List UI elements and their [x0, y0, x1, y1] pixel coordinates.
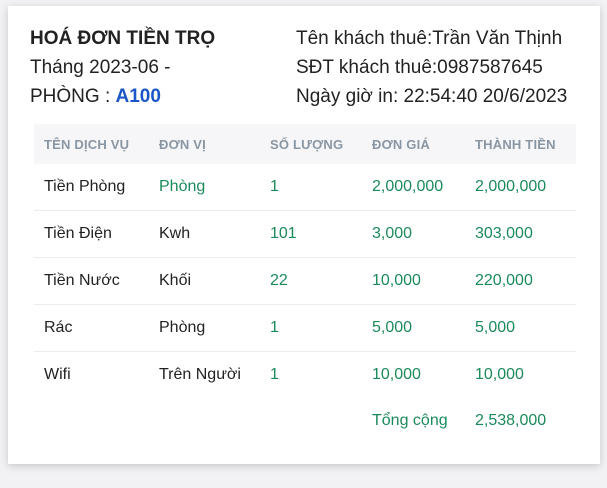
quantity-cell: 1 [260, 164, 362, 211]
total-value: 2,538,000 [475, 412, 547, 429]
col-unit-price: ĐƠN GIÁ [372, 136, 430, 152]
unit-price-cell: 2,000,000 [362, 164, 465, 211]
total-row: Tổng cộng 2,538,000 [34, 398, 576, 444]
service-name-cell: Tiền Điện [34, 210, 149, 258]
unit-price-cell: 10,000 [372, 366, 421, 383]
col-service-name: TÊN DỊCH VỤ [44, 136, 130, 152]
amount-cell: 5,000 [465, 304, 576, 352]
quantity-cell: 1 [260, 304, 362, 352]
room-value: A100 [115, 86, 161, 107]
unit-cell: Kwh [149, 210, 260, 258]
amount-cell: 10,000 [475, 366, 524, 383]
table-row: Rác Phòng 1 5,000 5,000 [34, 304, 576, 352]
unit-price-cell: 10,000 [362, 257, 465, 305]
service-name-cell: Tiền Phòng [34, 164, 149, 211]
room-label: PHÒNG : [30, 86, 116, 107]
service-name-cell: Rác [34, 304, 149, 352]
invoice-header-right: Tên khách thuê:Trần Văn Thịnh SĐT khách … [296, 24, 567, 111]
quantity-cell: 22 [260, 257, 362, 305]
invoice-title: HOÁ ĐƠN TIỀN TRỌ [30, 28, 216, 49]
unit-cell: Phòng [149, 164, 260, 211]
print-time: Ngày giờ in: 22:54:40 20/6/2023 [296, 86, 568, 107]
unit-price-cell: 3,000 [362, 210, 465, 258]
col-quantity: SỐ LƯỢNG [270, 136, 344, 152]
quantity-cell: 101 [260, 210, 362, 258]
table-row: Wifi Trên Người 1 10,000 10,000 [34, 352, 576, 399]
service-name-cell: Wifi [44, 366, 71, 383]
services-table: TÊN DỊCH VỤ ĐƠN VỊ SỐ LƯỢNG ĐƠN GIÁ THÀN… [34, 124, 576, 444]
table-body: Tiền Phòng Phòng 1 2,000,000 2,000,000 Tiền Đ… [34, 164, 576, 398]
unit-cell: Trên Người [159, 366, 241, 383]
quantity-cell: 1 [270, 366, 279, 383]
unit-cell: Khối [149, 257, 260, 305]
service-name-cell: Tiền Nước [34, 257, 149, 305]
amount-cell: 2,000,000 [465, 164, 576, 211]
invoice-month: Tháng 2023-06 - [30, 57, 171, 78]
amount-cell: 220,000 [465, 257, 576, 305]
invoice-card: HOÁ ĐƠN TIỀN TRỌ Tháng 2023-06 - PHÒNG :… [8, 6, 600, 464]
table-row: Tiền Phòng Phòng 1 2,000,000 2,000,000 [34, 164, 576, 211]
amount-cell: 303,000 [465, 210, 576, 258]
tenant-phone: SĐT khách thuê:0987587645 [296, 57, 543, 78]
total-label: Tổng cộng [372, 412, 448, 429]
unit-price-cell: 5,000 [362, 304, 465, 352]
col-amount: THÀNH TIỀN [475, 136, 556, 152]
invoice-header-left: HOÁ ĐƠN TIỀN TRỌ Tháng 2023-06 - PHÒNG :… [30, 24, 215, 111]
table-header-row: TÊN DỊCH VỤ ĐƠN VỊ SỐ LƯỢNG ĐƠN GIÁ THÀN… [34, 124, 576, 164]
table-row: Tiền Điện Kwh 101 3,000 303,000 [34, 210, 576, 258]
unit-cell: Phòng [149, 304, 260, 352]
tenant-name: Tên khách thuê:Trần Văn Thịnh [296, 28, 563, 49]
table-row: Tiền Nước Khối 22 10,000 220,000 [34, 257, 576, 305]
col-unit: ĐƠN VỊ [159, 136, 206, 152]
room-line: PHÒNG : A100 [30, 82, 215, 111]
